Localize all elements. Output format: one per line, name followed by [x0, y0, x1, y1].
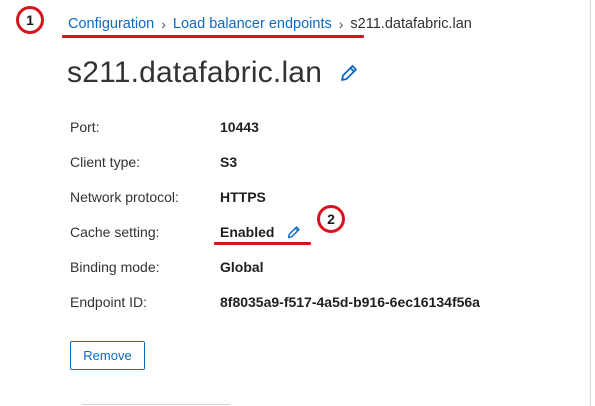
property-value-cache-setting-wrap: Enabled [220, 224, 302, 240]
property-value-cache-setting: Enabled [220, 224, 275, 240]
property-label: Endpoint ID: [70, 294, 148, 310]
pencil-icon[interactable] [338, 62, 360, 84]
annotation-marker-1: 1 [16, 6, 44, 34]
property-row-endpoint-id: Endpoint ID: 8f8035a9-f517-4a5d-b916-6ec… [70, 285, 550, 319]
property-label: Network protocol: [70, 189, 179, 205]
property-value-port: 10443 [220, 119, 259, 135]
breadcrumb-separator-icon: › [338, 16, 344, 32]
property-value-network-protocol: HTTPS [220, 189, 266, 205]
title-row: s211.datafabric.lan [67, 50, 360, 96]
property-row-client-type: Client type: S3 [70, 145, 550, 179]
annotation-underline-breadcrumb [62, 35, 364, 38]
property-label: Port: [70, 119, 100, 135]
annotation-underline-cache-setting [214, 242, 311, 245]
panel-right-border [590, 0, 591, 406]
property-label: Client type: [70, 154, 141, 170]
pencil-icon[interactable] [286, 224, 302, 240]
breadcrumb: Configuration › Load balancer endpoints … [68, 13, 472, 35]
remove-button[interactable]: Remove [70, 341, 145, 370]
panel-bottom-border [82, 404, 230, 405]
property-value-client-type: S3 [220, 154, 238, 170]
breadcrumb-current: s211.datafabric.lan [350, 16, 472, 32]
property-row-binding-mode: Binding mode: Global [70, 250, 550, 284]
property-label: Cache setting: [70, 224, 160, 240]
breadcrumb-link-load-balancer-endpoints[interactable]: Load balancer endpoints [173, 16, 332, 32]
property-value-binding-mode: Global [220, 259, 264, 275]
breadcrumb-link-configuration[interactable]: Configuration [68, 16, 154, 32]
annotation-marker-2: 2 [317, 205, 345, 233]
breadcrumb-separator-icon: › [161, 16, 166, 32]
property-label: Binding mode: [70, 259, 160, 275]
page-title: s211.datafabric.lan [67, 56, 323, 89]
property-row-network-protocol: Network protocol: HTTPS [70, 180, 550, 214]
property-row-port: Port: 10443 [70, 110, 550, 144]
property-value-endpoint-id: 8f8035a9-f517-4a5d-b916-6ec16134f56a [220, 294, 480, 310]
